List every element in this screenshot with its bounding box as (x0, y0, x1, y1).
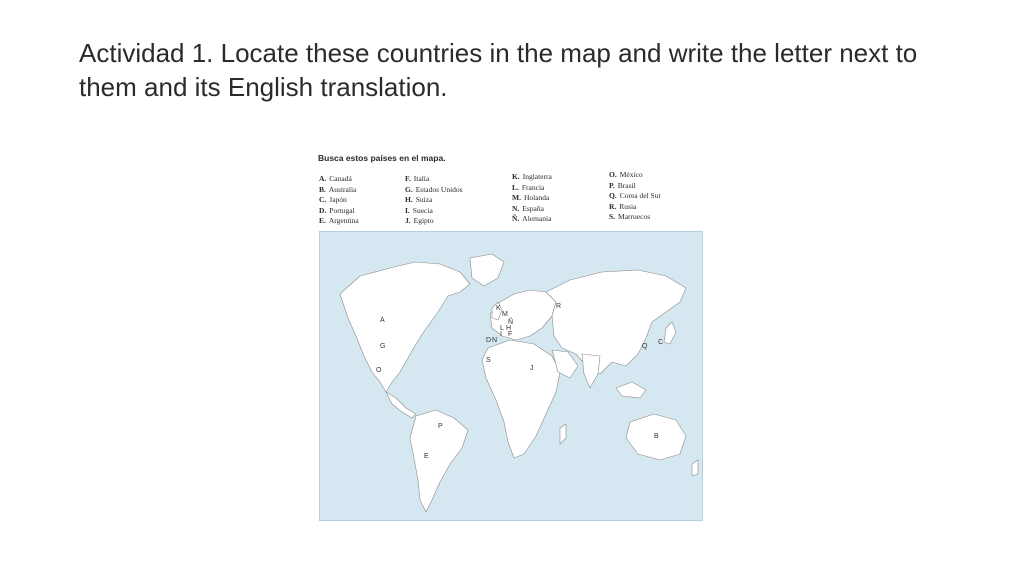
country-letter: L. (512, 182, 519, 192)
map-label-k: K (496, 305, 501, 312)
country-name: Rusia (619, 201, 637, 211)
country-letter: S. (609, 212, 616, 221)
country-letter: R. (609, 201, 617, 211)
map-label-r: R (556, 303, 561, 310)
central-america-landmass (385, 391, 417, 419)
country-list-column-1: A. Canadá B. Australia C. Japón D. Portugal … (319, 174, 359, 227)
map-label-j: J (530, 365, 534, 372)
country-item: G. Estados Unidos (405, 185, 463, 196)
country-item: B. Australia (319, 185, 359, 196)
map-label-o: O (376, 367, 382, 374)
country-name: Corea del Sur (619, 191, 661, 200)
country-name: Portugal (329, 205, 355, 215)
country-item: I. Suecia (405, 206, 463, 217)
map-label-b: B (654, 433, 659, 440)
country-list-column-3: K. Inglaterra L. Francia M. Holanda N. Españ… (512, 172, 552, 225)
japan-landmass (663, 321, 677, 345)
country-letter: Q. (609, 191, 617, 200)
country-item: Q. Corea del Sur (609, 191, 661, 202)
country-name: Argentina (328, 216, 359, 225)
map-label-c: C (658, 339, 663, 346)
slide-title: Actividad 1. Locate these countries in t… (79, 38, 918, 102)
country-letter: B. (319, 184, 326, 194)
country-name: Alemania (522, 214, 552, 223)
country-name: Brasil (617, 180, 636, 190)
country-name: México (619, 170, 643, 179)
map-label-m: M (502, 311, 508, 318)
country-list-column-2: F. Italia G. Estados Unidos H. Suiza I. Suec… (405, 174, 463, 227)
world-map: A G O P E R M Ñ L H D N I S J C Q B K F (319, 231, 703, 521)
country-item: D. Portugal (319, 206, 359, 217)
worksheet-heading: Busca estos países en el mapa. (318, 153, 446, 163)
map-label-e: E (424, 453, 429, 460)
country-item: O. México (609, 170, 661, 181)
north-america-landmass (339, 261, 471, 393)
country-name: Marruecos (618, 212, 651, 221)
country-letter: H. (405, 195, 413, 204)
world-map-svg: A G O P E R M Ñ L H D N I S J C Q B K F (339, 253, 699, 513)
country-name: Japón (329, 195, 347, 204)
country-letter: K. (512, 172, 520, 181)
map-label-g: G (380, 343, 385, 350)
country-name: Estados Unidos (415, 184, 463, 194)
country-item: K. Inglaterra (512, 172, 552, 183)
africa-landmass (481, 339, 561, 459)
southeast-asia-islands (615, 381, 647, 399)
country-item: A. Canadá (319, 174, 359, 185)
greenland-landmass (469, 253, 505, 287)
country-item: S. Marruecos (609, 212, 661, 223)
worksheet-image: Busca estos países en el mapa. A. Canadá … (318, 153, 710, 523)
country-letter: Ñ. (512, 214, 520, 223)
country-letter: A. (319, 174, 327, 183)
map-label-p: P (438, 423, 443, 430)
country-letter: M. (512, 193, 521, 202)
country-item: M. Holanda (512, 193, 552, 204)
country-letter: J. (405, 216, 411, 225)
country-letter: D. (319, 205, 327, 215)
country-letter: G. (405, 184, 413, 194)
map-label-i: I (500, 331, 502, 338)
new-zealand-landmass (691, 459, 699, 477)
country-item: Ñ. Alemania (512, 214, 552, 225)
country-letter: I. (405, 205, 410, 215)
map-label-d: D (486, 337, 491, 344)
country-letter: O. (609, 170, 617, 179)
map-label-a: A (380, 317, 385, 324)
country-name: Italia (413, 174, 430, 183)
country-item: P. Brasil (609, 181, 661, 192)
country-name: Francia (521, 182, 545, 192)
country-letter: E. (319, 216, 326, 225)
country-item: F. Italia (405, 174, 463, 185)
country-letter: P. (609, 180, 615, 190)
country-name: Suiza (415, 195, 433, 204)
country-item: N. España (512, 204, 552, 215)
country-name: Suecia (412, 205, 433, 215)
country-letter: N. (512, 203, 520, 213)
country-item: J. Egipto (405, 216, 463, 227)
country-name: Australia (328, 184, 357, 194)
country-name: Inglaterra (522, 172, 552, 181)
map-label-n: N (492, 337, 497, 344)
map-label-q: Q (642, 343, 648, 350)
country-item: R. Rusia (609, 202, 661, 213)
map-label-f: F (508, 331, 512, 338)
country-letter: F. (405, 174, 411, 183)
map-label-s: S (486, 357, 491, 364)
country-letter: C. (319, 195, 327, 204)
country-name: Holanda (523, 193, 550, 202)
india-landmass (581, 353, 601, 389)
country-item: E. Argentina (319, 216, 359, 227)
country-list-column-4: O. México P. Brasil Q. Corea del Sur R. Rusi… (609, 170, 661, 223)
country-name: Egipto (413, 216, 434, 225)
madagascar-landmass (559, 423, 567, 445)
country-name: Canadá (329, 174, 352, 183)
country-item: L. Francia (512, 183, 552, 194)
country-name: España (522, 203, 544, 213)
country-item: H. Suiza (405, 195, 463, 206)
country-item: C. Japón (319, 195, 359, 206)
